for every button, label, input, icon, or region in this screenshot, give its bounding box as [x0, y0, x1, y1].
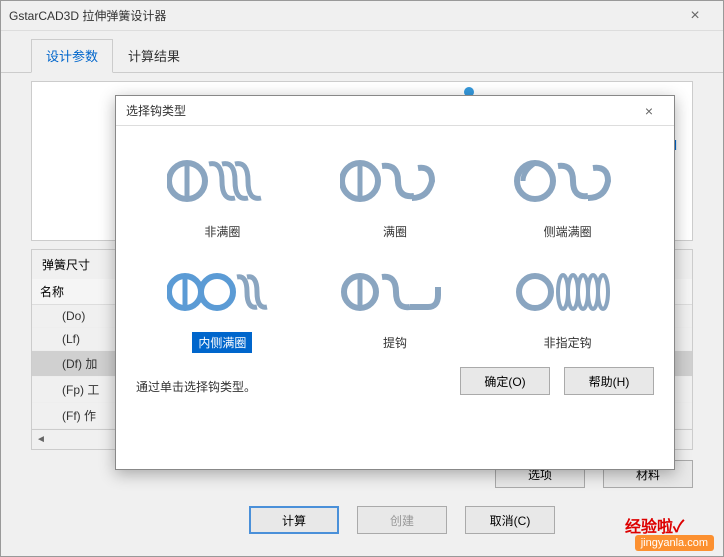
hook-option-inner-full[interactable]: 内侧满圈: [151, 262, 294, 353]
hook-image-lift-hook: [335, 262, 455, 322]
hook-label-partial: 非满圈: [198, 221, 246, 242]
create-button[interactable]: 创建: [357, 506, 447, 534]
modal-button-row: 确定(O) 帮助(H): [460, 363, 674, 409]
modal-hint: 通过单击选择钩类型。: [116, 370, 276, 403]
hook-image-partial: [162, 151, 282, 211]
hook-label-full: 满圈: [377, 221, 413, 242]
watermark-check-icon: 经验啦✓: [625, 513, 684, 537]
tab-result[interactable]: 计算结果: [113, 39, 195, 72]
hook-label-inner-full: 内侧满圈: [192, 332, 252, 353]
watermark-url: jingyanla.com: [635, 535, 714, 551]
hook-label-lift-hook: 提钩: [377, 332, 413, 353]
hook-option-lift-hook[interactable]: 提钩: [324, 262, 467, 353]
tab-bar: 设计参数 计算结果: [1, 31, 723, 73]
modal-help-button[interactable]: 帮助(H): [564, 367, 654, 395]
hook-label-unspecified: 非指定钩: [538, 332, 598, 353]
hook-image-unspecified: [508, 262, 628, 322]
hook-option-unspecified[interactable]: 非指定钩: [496, 262, 639, 353]
modal-ok-button[interactable]: 确定(O): [460, 367, 550, 395]
calculate-button[interactable]: 计算: [249, 506, 339, 534]
modal-titlebar: 选择钩类型 ×: [116, 96, 674, 126]
hook-option-partial[interactable]: 非满圈: [151, 151, 294, 242]
titlebar: GstarCAD3D 拉伸弹簧设计器 ×: [1, 1, 723, 31]
modal-title: 选择钩类型: [126, 102, 186, 119]
cancel-button[interactable]: 取消(C): [465, 506, 555, 534]
hook-option-side-full[interactable]: 侧端满圈: [496, 151, 639, 242]
window-title: GstarCAD3D 拉伸弹簧设计器: [9, 7, 166, 24]
scroll-left-icon[interactable]: ◄: [32, 431, 50, 449]
bottom-button-row: 计算 创建 取消(C): [1, 498, 723, 546]
tab-design[interactable]: 设计参数: [31, 39, 113, 73]
hook-grid: 非满圈 满圈: [116, 126, 674, 363]
hook-image-inner-full: [162, 262, 282, 322]
hook-image-full: [335, 151, 455, 211]
modal-close-icon[interactable]: ×: [634, 99, 664, 123]
close-icon[interactable]: ×: [675, 1, 715, 31]
hook-type-dialog: 选择钩类型 × 非满圈: [115, 95, 675, 470]
hook-option-full[interactable]: 满圈: [324, 151, 467, 242]
hook-label-side-full: 侧端满圈: [538, 221, 598, 242]
hook-image-side-full: [508, 151, 628, 211]
